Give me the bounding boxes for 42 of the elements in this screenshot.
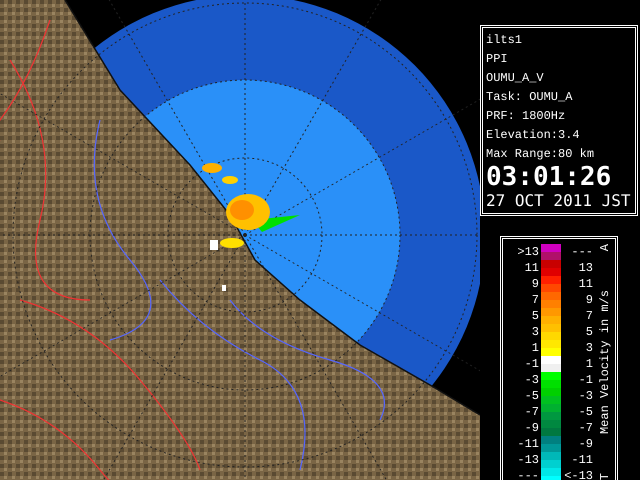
legend-label: 5 (584, 325, 593, 339)
legend-label: 7 (530, 293, 539, 307)
legend-label: -3 (578, 389, 593, 403)
info-line: Task: OUMU_A (486, 89, 574, 106)
legend-label: -5 (524, 389, 539, 403)
legend-label: 3 (530, 325, 539, 339)
info-line: OUMU_A_V (486, 70, 545, 87)
legend-label: -13 (516, 453, 539, 467)
legend-label: --- (570, 245, 593, 259)
legend-label: <-13 (563, 469, 593, 480)
info-line: PRF: 1800Hz (486, 108, 566, 125)
info-line: Max Range:80 km (486, 146, 596, 163)
legend-mark: T (598, 472, 612, 480)
legend-label: -9 (578, 437, 593, 451)
legend-label: 5 (530, 309, 539, 323)
legend-label: 1 (530, 341, 539, 355)
info-line: Elevation:3.4 (486, 127, 581, 144)
info-line: ilts1 (486, 32, 524, 49)
legend-label: 11 (578, 277, 593, 291)
legend-label: 9 (584, 293, 593, 307)
scan-time: 03:01:26 (486, 164, 612, 190)
legend-label: -7 (578, 421, 593, 435)
legend-title: Mean Velocity in m/s (598, 290, 612, 434)
legend-label: 11 (524, 261, 539, 275)
legend-label: -11 (570, 453, 593, 467)
info-line: PPI (486, 51, 509, 68)
legend-label: 13 (578, 261, 593, 275)
legend-label: -11 (516, 437, 539, 451)
legend-label: -7 (524, 405, 539, 419)
legend-label: -1 (578, 373, 593, 387)
legend-label: -5 (578, 405, 593, 419)
legend-label: 7 (584, 309, 593, 323)
legend-label: 1 (584, 357, 593, 371)
legend-label: -1 (524, 357, 539, 371)
scan-date: 27 OCT 2011 JST (486, 190, 630, 211)
legend-mark: A (598, 244, 612, 252)
legend-label: -9 (524, 421, 539, 435)
legend-label: 9 (530, 277, 539, 291)
legend-label: >13 (516, 245, 539, 259)
legend-label: 3 (584, 341, 593, 355)
legend-label: -3 (524, 373, 539, 387)
legend-label: --- (516, 469, 539, 480)
